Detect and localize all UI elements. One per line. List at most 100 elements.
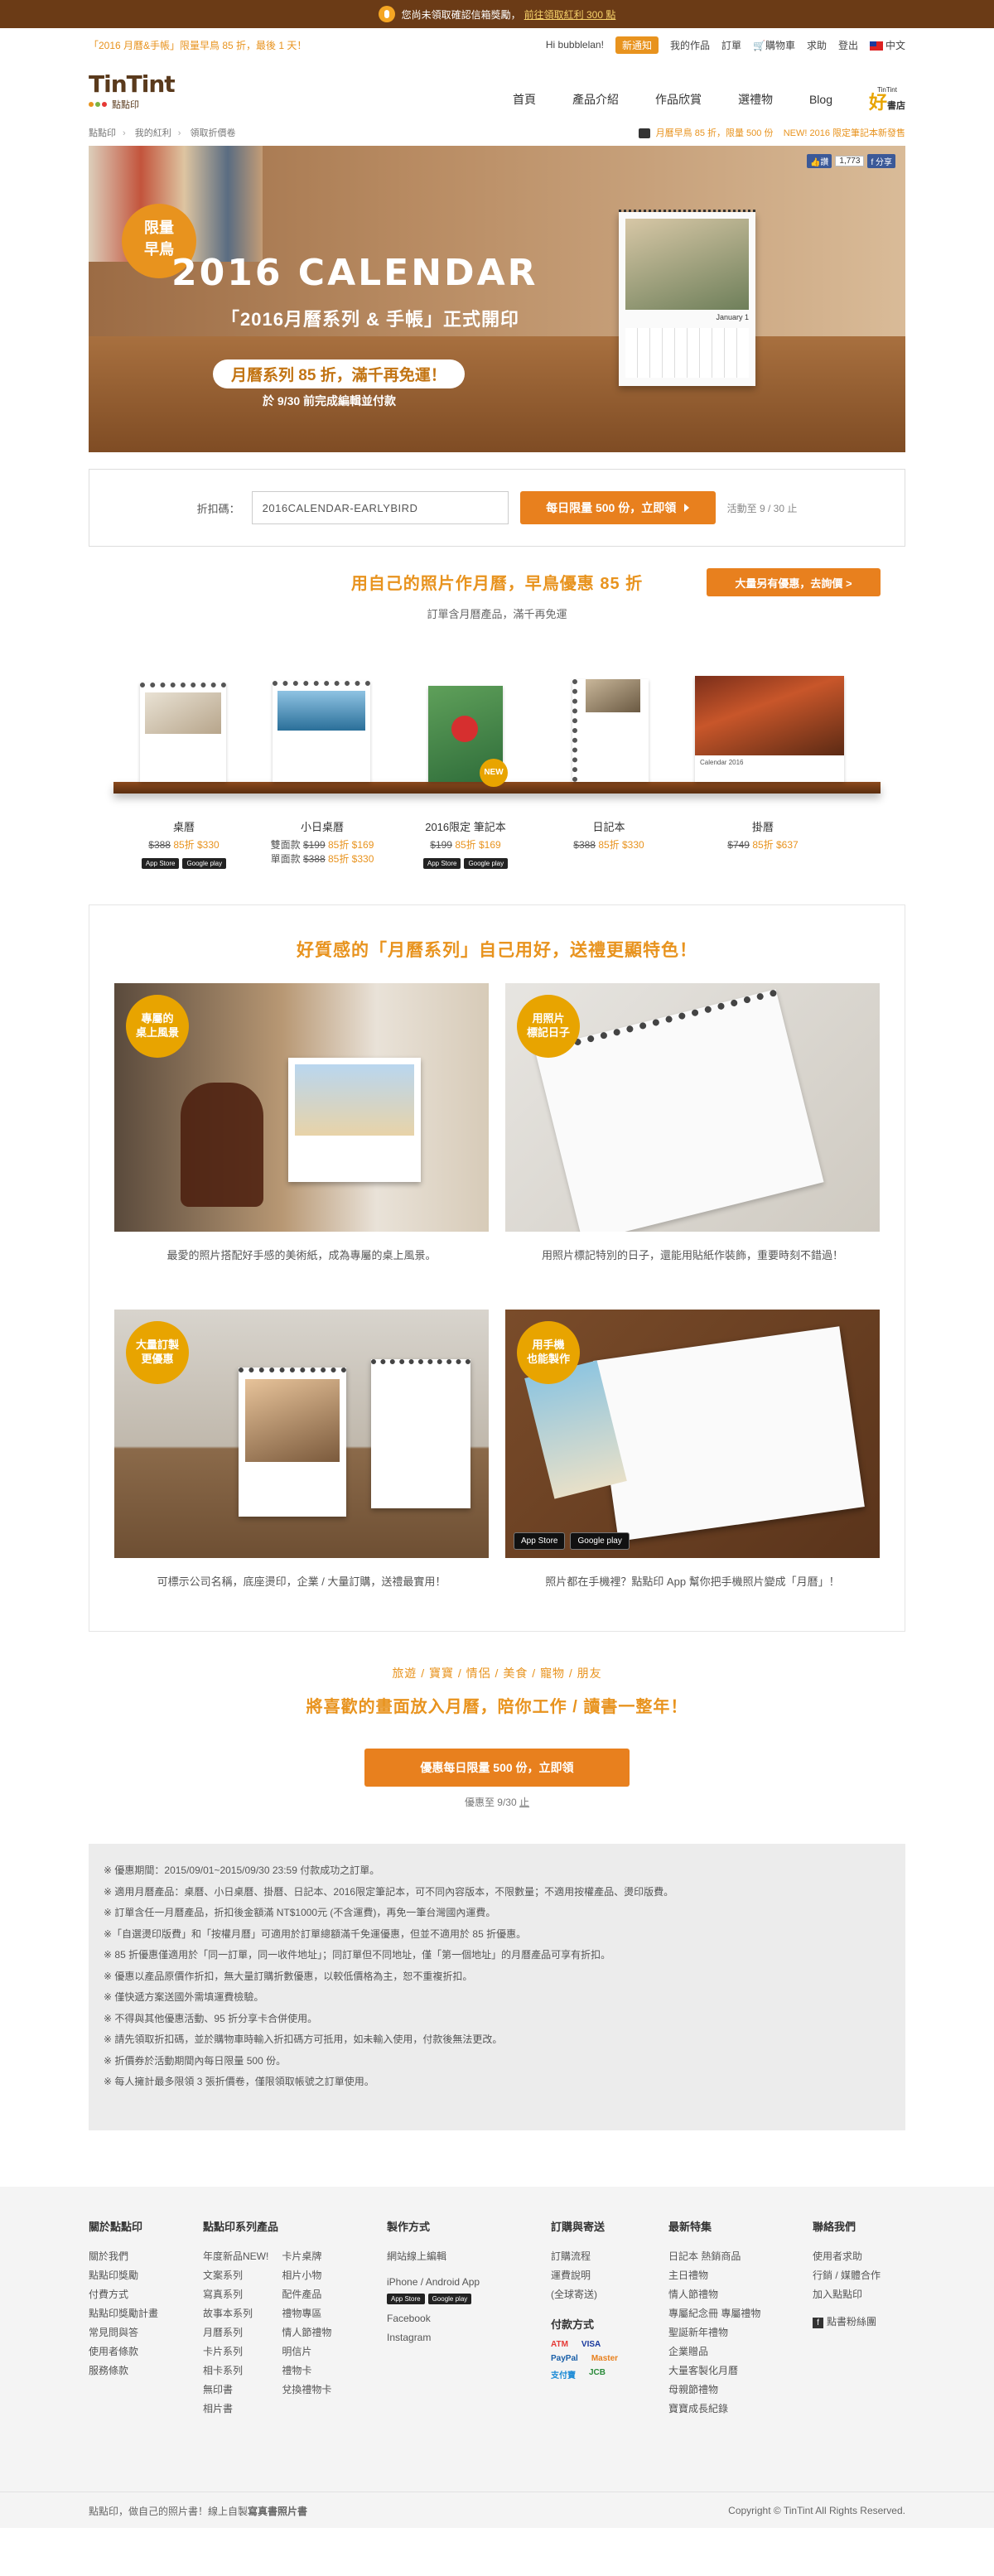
calendar-photo bbox=[245, 1379, 340, 1462]
footer-link[interactable]: 卡片系列 bbox=[203, 2342, 268, 2361]
appstore-badge[interactable]: App Store bbox=[141, 858, 180, 869]
site-logo[interactable]: TinTint 點點印 bbox=[89, 70, 176, 111]
breadcrumb-home[interactable]: 點點印 bbox=[89, 128, 116, 138]
footer-link[interactable]: 付費方式 bbox=[89, 2285, 203, 2304]
product-wall-calendar-image[interactable]: Calendar 2016 bbox=[695, 676, 844, 782]
footer-link[interactable]: 禮物專區 bbox=[282, 2304, 331, 2323]
googleplay-badge[interactable]: Google play bbox=[570, 1532, 630, 1550]
facebook-share-button[interactable]: f 分享 bbox=[867, 154, 895, 168]
footer-link[interactable]: 聖誕新年禮物 bbox=[668, 2323, 813, 2342]
footer-link[interactable]: 日記本 熱銷商品 bbox=[668, 2247, 813, 2266]
googleplay-badge[interactable]: Google play bbox=[464, 858, 509, 869]
footer-link[interactable]: 使用者求助 bbox=[813, 2247, 905, 2266]
footer-link[interactable]: Facebook bbox=[387, 2309, 551, 2328]
footer-link[interactable]: 情人節禮物 bbox=[668, 2285, 813, 2304]
product-name[interactable]: 2016限定 筆記本 bbox=[412, 818, 519, 834]
cart-link[interactable]: 🛒購物車 bbox=[753, 38, 795, 52]
product-notebook-image[interactable]: NEW bbox=[428, 686, 508, 787]
footer-link[interactable]: 使用者條款 bbox=[89, 2342, 203, 2361]
topbar-reward-link[interactable]: 前往領取紅利 300 點 bbox=[524, 7, 616, 22]
googleplay-badge[interactable]: Google play bbox=[182, 858, 227, 869]
appstore-badge[interactable]: App Store bbox=[514, 1532, 566, 1550]
facebook-icon: f bbox=[813, 2318, 823, 2328]
footer-link[interactable]: 配件產品 bbox=[282, 2285, 331, 2304]
breadcrumb-bonus[interactable]: 我的紅利 bbox=[135, 128, 171, 138]
price-wall-calendar: 掛曆 $749 85折 $637 bbox=[712, 818, 814, 851]
footer-link[interactable]: 相卡系列 bbox=[203, 2361, 268, 2381]
appstore-badge[interactable]: App Store bbox=[387, 2294, 425, 2304]
language-selector[interactable]: 中文 bbox=[869, 38, 905, 52]
footer-link[interactable]: 故事本系列 bbox=[203, 2304, 268, 2323]
footer-link[interactable]: 寫真系列 bbox=[203, 2285, 268, 2304]
footer-link[interactable]: 點點印獎勵 bbox=[89, 2266, 203, 2285]
nav-gallery[interactable]: 作品欣賞 bbox=[655, 91, 702, 108]
footer-link[interactable]: Instagram bbox=[387, 2328, 551, 2347]
product-name[interactable]: 日記本 bbox=[557, 818, 660, 834]
footer-link[interactable]: 相片書 bbox=[203, 2400, 268, 2419]
coupon-code-field[interactable]: 2016CALENDAR-EARLYBIRD bbox=[251, 491, 509, 524]
price-row: $749 85折 $637 bbox=[712, 837, 814, 851]
footer-link[interactable]: 行銷 / 媒體合作 bbox=[813, 2266, 905, 2285]
bulk-inquiry-button[interactable]: 大量另有優惠，去詢價 > bbox=[707, 568, 881, 596]
footer-link[interactable]: 相片小物 bbox=[282, 2266, 331, 2285]
notification-button[interactable]: 新通知 bbox=[615, 36, 659, 54]
notice-earlybird-link[interactable]: 月曆早鳥 85 折，限量 500 份 bbox=[656, 128, 774, 138]
facebook-like-button[interactable]: 👍讚 bbox=[806, 154, 832, 168]
footer-link[interactable]: 無印書 bbox=[203, 2381, 268, 2400]
hero-banner[interactable]: 限量 早鳥 2016 CALENDAR 「2016月曆系列 & 手帳」正式開印 … bbox=[89, 146, 905, 452]
footer-link[interactable]: 網站線上編輯 bbox=[387, 2247, 551, 2266]
footer-link[interactable]: 大量客製化月曆 bbox=[668, 2361, 813, 2381]
nav-blog[interactable]: Blog bbox=[809, 93, 832, 106]
footer-link[interactable]: 運費說明 bbox=[551, 2266, 668, 2285]
footer-facebook-link[interactable]: f 點書粉絲團 bbox=[813, 2313, 905, 2332]
footer-link[interactable]: 常見問與答 bbox=[89, 2323, 203, 2342]
footer-link[interactable]: 寶寶成長紀錄 bbox=[668, 2400, 813, 2419]
footer-link[interactable]: 卡片桌牌 bbox=[282, 2247, 331, 2266]
nav-products[interactable]: 產品介紹 bbox=[572, 91, 619, 108]
nav-home[interactable]: 首頁 bbox=[513, 91, 536, 108]
notice-notebook-link[interactable]: NEW! 2016 限定筆記本新發售 bbox=[784, 128, 905, 138]
footer-link[interactable]: 禮物卡 bbox=[282, 2361, 331, 2381]
footer-link[interactable]: 年度新品NEW! bbox=[203, 2247, 268, 2266]
footer-link[interactable]: 母親節禮物 bbox=[668, 2381, 813, 2400]
footer-link[interactable]: 加入點點印 bbox=[813, 2285, 905, 2304]
product-name[interactable]: 桌曆 bbox=[134, 818, 234, 834]
product-name[interactable]: 掛曆 bbox=[712, 818, 814, 834]
nav-bookstore-logo[interactable]: TinTint 好書店 bbox=[869, 87, 905, 112]
nav-gifts[interactable]: 選禮物 bbox=[738, 91, 773, 108]
term-item: ※ 請先領取折扣碼，並於購物車時輸入折扣碼方可抵用，如未輸入使用，付款後無法更改… bbox=[104, 2033, 503, 2045]
logout-link[interactable]: 登出 bbox=[838, 38, 858, 52]
price-discounted: 85折 $637 bbox=[752, 839, 799, 851]
help-link[interactable]: 求助 bbox=[807, 38, 827, 52]
my-works-link[interactable]: 我的作品 bbox=[670, 38, 710, 52]
product-diary-image[interactable] bbox=[572, 641, 649, 782]
product-desk-calendar-image[interactable] bbox=[140, 683, 226, 782]
appstore-badge[interactable]: App Store bbox=[422, 858, 461, 869]
footer-link[interactable]: 訂購流程 bbox=[551, 2247, 668, 2266]
footer-link[interactable]: (全球寄送) bbox=[551, 2285, 668, 2304]
footer-link[interactable]: 明信片 bbox=[282, 2342, 331, 2361]
claim-coupon-button[interactable]: 每日限量 500 份，立即領 bbox=[519, 491, 716, 524]
footer-link[interactable]: 情人節禮物 bbox=[282, 2323, 331, 2342]
breadcrumb-bar: 點點印 › 我的紅利 › 領取折價卷 月曆早鳥 85 折，限量 500 份 NEW!… bbox=[89, 119, 905, 146]
footer-tagline-bold[interactable]: 寫真書照片書 bbox=[248, 2506, 307, 2517]
googleplay-badge[interactable]: Google play bbox=[427, 2294, 472, 2304]
bulk-calendar-1 bbox=[239, 1368, 346, 1517]
footer-link[interactable]: 月曆系列 bbox=[203, 2323, 268, 2342]
footer-col-title: 製作方式 bbox=[387, 2221, 431, 2233]
product-name[interactable]: 小日桌曆 bbox=[258, 818, 387, 834]
footer-app-badges: App Store Google play bbox=[387, 2294, 551, 2304]
footer-link[interactable]: 企業贈品 bbox=[668, 2342, 813, 2361]
orders-link[interactable]: 訂單 bbox=[721, 38, 741, 52]
cta-claim-button[interactable]: 優惠每日限量 500 份，立即領 bbox=[364, 1749, 630, 1787]
footer-link[interactable]: 關於我們 bbox=[89, 2247, 203, 2266]
footer-link[interactable]: 文案系列 bbox=[203, 2266, 268, 2285]
footer-link[interactable]: 專屬紀念冊 專屬禮物 bbox=[668, 2304, 813, 2323]
footer-link[interactable]: 點點印獎勵計畫 bbox=[89, 2304, 203, 2323]
promo-banner-text[interactable]: 「2016 月曆&手帳」限量早鳥 85 折，最後 1 天！ bbox=[89, 38, 306, 52]
footer-link[interactable]: 主日禮物 bbox=[668, 2266, 813, 2285]
footer-link[interactable]: 服務條款 bbox=[89, 2361, 203, 2381]
product-mini-calendar-image[interactable] bbox=[273, 681, 370, 782]
footer-link[interactable]: iPhone / Android App bbox=[387, 2273, 551, 2292]
footer-link[interactable]: 兌換禮物卡 bbox=[282, 2381, 331, 2400]
